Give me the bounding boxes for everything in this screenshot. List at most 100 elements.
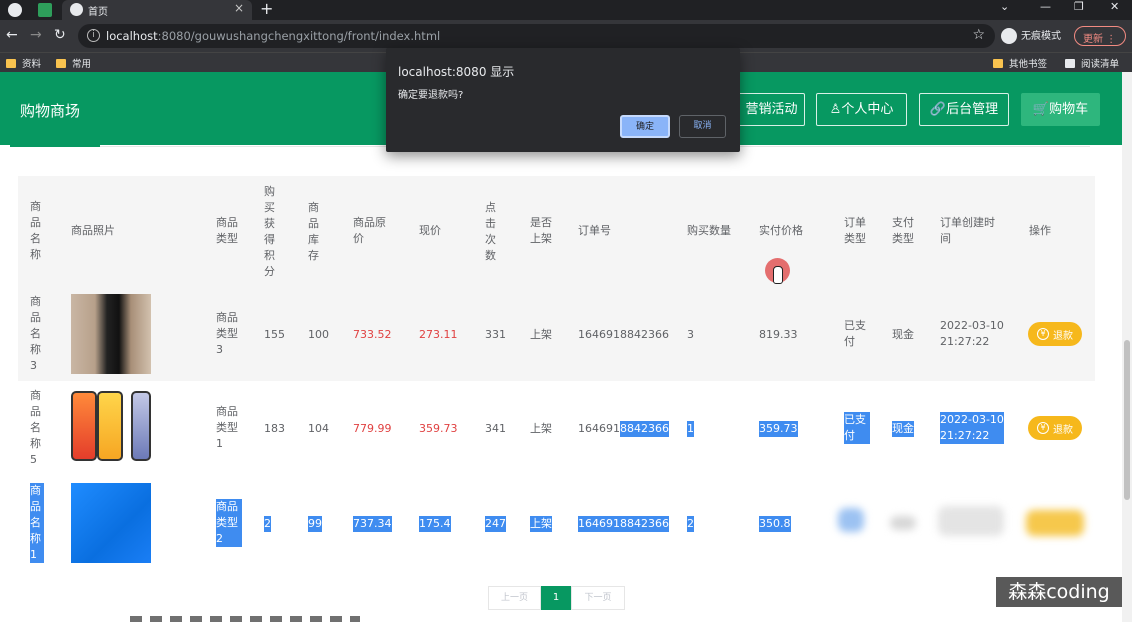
product-photo[interactable] [71,294,151,374]
page-1-button[interactable]: 1 [541,586,571,610]
bookmark-folder-ziliao[interactable]: 资料 [6,56,41,70]
phone-graphic [131,391,151,461]
back-icon[interactable]: ← [6,27,18,43]
globe-icon [70,3,83,16]
url-text: localhost:8080/gouwushangchengxittong/fr… [106,29,441,43]
restore-icon[interactable]: ❐ [1074,0,1084,13]
yen-icon: ¥ [1037,328,1049,340]
site-title: 购物商场 [20,102,81,120]
col-header-type: 商品类型 [216,216,238,245]
table-row: 商品名称1 商品类型2 2 99 737.34 175.4 247 上架 164… [18,476,1095,571]
folder-icon [993,59,1003,68]
link-icon: 🔗 [929,102,947,117]
cell-order-type: 已支付 [844,411,870,445]
bookmark-star-icon[interactable]: ☆ [972,27,985,43]
cell-points: 155 [264,328,285,341]
table-row: 商品名称3 商品类型3 155 100 733.52 273.11 331 上架… [18,287,1095,381]
nav-user-center-button[interactable]: ♙个人中心 [816,93,907,126]
folder-icon [56,59,66,68]
forward-icon[interactable]: → [30,27,42,43]
cell-clicks: 331 [485,328,506,341]
col-header-orig-price: 商品原价 [353,216,386,245]
col-header-price: 现价 [419,224,441,237]
cell-paid: 359.73 [759,421,798,437]
blurred-pay-type [890,516,916,530]
col-header-paid: 实付价格 [759,224,803,237]
col-header-qty: 购买数量 [687,224,731,237]
cell-name: 商品名称3 [30,295,41,372]
col-header-photo: 商品照片 [71,224,115,237]
browser-menu-icon[interactable] [8,3,22,17]
blurred-created [938,506,1004,536]
cell-order-type: 已支付 [844,319,866,348]
user-icon: ♙ [829,102,842,117]
col-header-pay-type: 支付类型 [892,216,914,245]
prev-page-button[interactable]: 上一页 [488,586,541,610]
bookmark-folder-other[interactable]: 其他书签 [993,56,1047,70]
nav-marketing-button[interactable]: 营销活动 [738,93,805,126]
minimize-icon[interactable]: — [1040,0,1051,13]
site-info-icon[interactable]: i [87,29,100,42]
cell-price: 273.11 [419,328,458,341]
close-tab-icon[interactable]: × [234,1,244,15]
hand-cursor-icon [773,266,783,284]
bookmark-folder-changyong[interactable]: 常用 [56,56,91,70]
incognito-indicator[interactable]: 无痕模式 [1001,27,1061,44]
cell-name: 商品名称1 [30,482,44,564]
address-bar[interactable]: i localhost:8080/gouwushangchengxittong/… [78,24,995,48]
product-photo[interactable] [71,389,151,469]
refund-button[interactable]: ¥ 退款 [1028,322,1082,346]
phone-graphic [97,391,123,461]
cell-stock: 99 [308,516,322,532]
browser-tab-bar: 首页 × + ⌄ — ❐ ✕ [0,0,1132,20]
cell-points: 2 [264,516,271,532]
product-photo[interactable] [71,483,151,563]
next-page-button[interactable]: 下一页 [571,586,625,610]
cell-on-shelf: 上架 [530,516,552,532]
blurred-order-type [838,508,864,532]
col-header-points: 购买获得积分 [264,185,275,278]
cell-name: 商品名称5 [30,389,41,466]
nav-admin-button[interactable]: 🔗后台管理 [919,93,1009,126]
cell-stock: 100 [308,328,329,341]
reading-list-icon [1065,59,1075,68]
cell-on-shelf: 上架 [530,422,552,435]
tab-underline [10,145,100,147]
app-favicon-icon[interactable] [38,3,52,17]
cell-price: 175.4 [419,516,451,532]
scrollbar-thumb[interactable] [1124,340,1130,500]
nav-cart-button[interactable]: 🛒购物车 [1021,93,1100,126]
cell-stock: 104 [308,422,329,435]
tab-home[interactable]: 首页 × [62,0,252,20]
dialog-ok-button[interactable]: 确定 [620,115,670,138]
cell-orig-price: 733.52 [353,328,392,341]
col-header-order-type: 订单类型 [844,216,866,245]
confirm-dialog: localhost:8080 显示 确定要退款吗? 确定 取消 [386,48,740,152]
cell-paid: 350.8 [759,516,791,532]
watermark: 森森coding [996,577,1122,607]
col-header-on-shelf: 是否上架 [530,216,552,245]
cell-created: 2022-03-10 21:27:22 [940,319,1004,348]
dialog-cancel-button[interactable]: 取消 [679,115,726,138]
close-window-icon[interactable]: ✕ [1110,0,1119,13]
cart-icon: 🛒 [1032,102,1050,117]
new-tab-icon[interactable]: + [260,0,273,18]
cell-clicks: 341 [485,422,506,435]
cell-type: 商品类型2 [216,497,242,549]
update-button[interactable]: 更新 ⋮ [1074,26,1126,46]
cell-paid: 819.33 [759,328,798,341]
cell-qty: 3 [687,328,694,341]
cell-order-no: 1646918842366 [578,421,669,437]
cell-orig-price: 737.34 [353,516,392,532]
blurred-refund-button[interactable] [1026,510,1084,536]
tab-search-icon[interactable]: ⌄ [1000,0,1009,13]
cell-qty: 1 [687,421,694,437]
reload-icon[interactable]: ↻ [54,27,66,43]
reading-list[interactable]: 阅读清单 [1065,56,1119,70]
cell-pay-type: 现金 [892,328,914,341]
table-row: 商品名称5 商品类型1 183 104 779.99 359.73 341 上架… [18,381,1095,476]
cell-order-no: 1646918842366 [578,328,669,341]
incognito-icon [1001,28,1017,44]
cell-created: 2022-03-10 21:27:22 [940,412,1004,444]
refund-button[interactable]: ¥ 退款 [1028,416,1082,440]
